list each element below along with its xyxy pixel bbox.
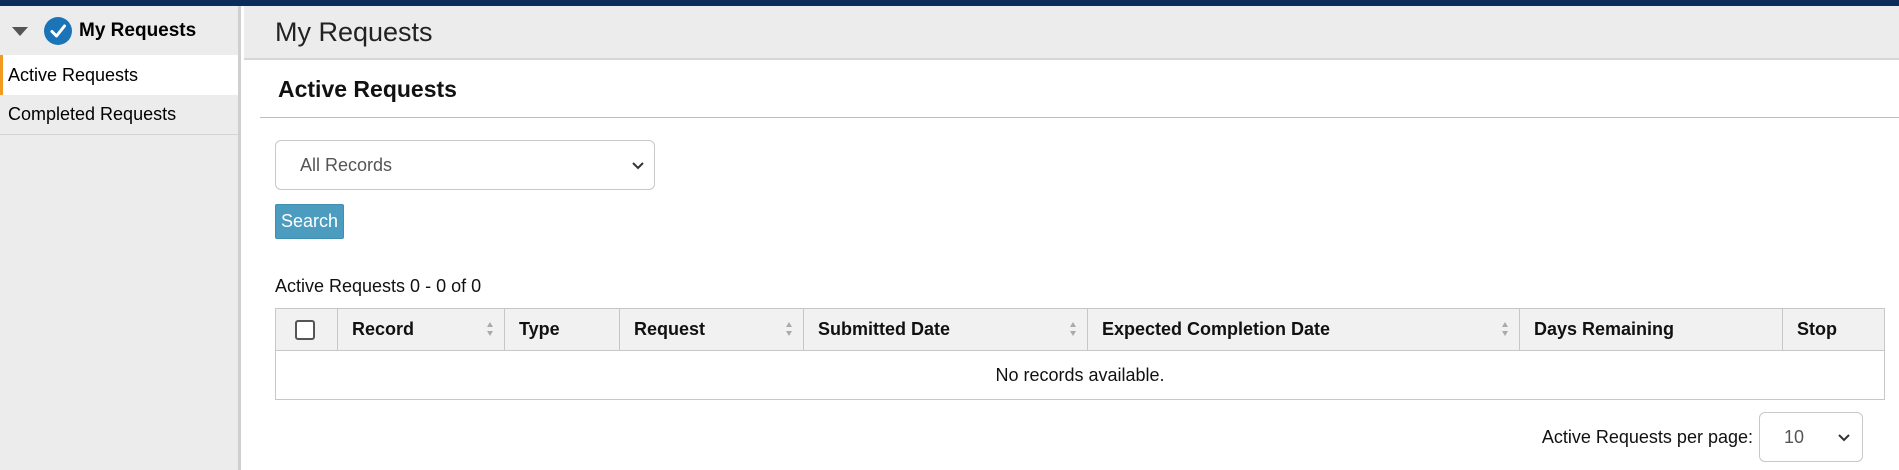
column-label: Days Remaining: [1534, 319, 1675, 339]
column-stop[interactable]: Stop: [1783, 309, 1884, 350]
filter-selected-value: All Records: [300, 154, 393, 175]
sort-icon: [1070, 322, 1076, 336]
sidebar: My Requests Active Requests Completed Re…: [0, 6, 241, 470]
pagination-size: Active Requests per page: 10: [1542, 412, 1863, 462]
section-title: Active Requests: [278, 76, 457, 102]
search-button[interactable]: Search: [275, 204, 344, 239]
page-header: My Requests: [244, 6, 1899, 60]
page-title: My Requests: [275, 16, 433, 47]
table-empty-message: No records available.: [995, 364, 1165, 385]
column-days-remaining[interactable]: Days Remaining: [1520, 309, 1783, 350]
column-record[interactable]: Record: [338, 309, 505, 350]
select-all-checkbox[interactable]: [295, 319, 315, 340]
page-size-select[interactable]: 10: [1759, 412, 1863, 462]
chevron-down-icon: [632, 162, 644, 170]
check-circle-icon: [44, 16, 72, 45]
column-label: Record: [352, 319, 415, 339]
sidebar-title: My Requests: [79, 19, 197, 41]
sort-icon: [786, 322, 792, 336]
column-label: Submitted Date: [818, 319, 951, 339]
sidebar-item-completed-requests[interactable]: Completed Requests: [0, 95, 238, 135]
sidebar-header[interactable]: My Requests: [0, 6, 238, 55]
main-content: My Requests Active Requests All Records …: [244, 6, 1899, 470]
column-label: Stop: [1797, 319, 1837, 339]
column-request[interactable]: Request: [620, 309, 804, 350]
column-type[interactable]: Type: [505, 309, 620, 350]
column-label: Expected Completion Date: [1102, 319, 1331, 339]
column-label: Type: [519, 319, 560, 339]
column-expected-completion-date[interactable]: Expected Completion Date: [1088, 309, 1520, 350]
column-label: Request: [634, 319, 706, 339]
page-size-label: Active Requests per page:: [1541, 426, 1753, 447]
column-submitted-date[interactable]: Submitted Date: [804, 309, 1088, 350]
records-filter-select[interactable]: All Records: [275, 140, 655, 190]
sidebar-item-active-requests[interactable]: Active Requests: [0, 55, 238, 95]
chevron-down-icon: [1838, 434, 1850, 442]
sidebar-item-label: Completed Requests: [8, 104, 177, 124]
caret-down-icon[interactable]: [12, 27, 28, 36]
requests-table: Record Type Request Submitted Date Expec…: [275, 308, 1885, 400]
sort-icon: [1502, 322, 1508, 336]
select-all-column: [276, 309, 338, 350]
sidebar-item-label: Active Requests: [8, 64, 139, 85]
results-count: Active Requests 0 - 0 of 0: [275, 276, 482, 296]
section-header: Active Requests: [260, 62, 1899, 118]
table-header: Record Type Request Submitted Date Expec…: [276, 309, 1884, 351]
page-size-value: 10: [1784, 426, 1805, 447]
sort-icon: [487, 322, 493, 336]
